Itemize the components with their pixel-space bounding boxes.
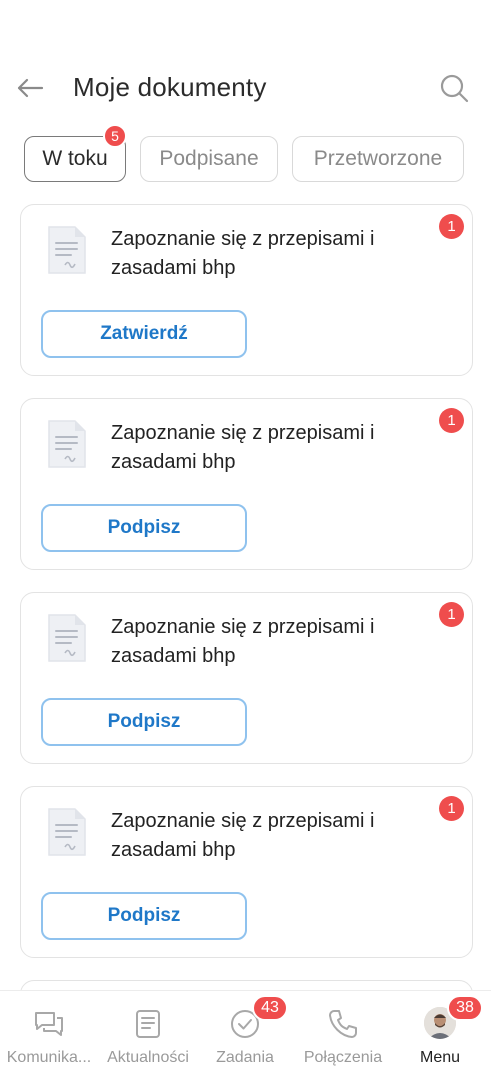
search-icon	[440, 74, 469, 103]
document-title: Zapoznanie się z przepisami i zasadami b…	[111, 422, 375, 473]
document-icon	[48, 614, 86, 662]
nav-label: Aktualności	[107, 1049, 189, 1066]
search-button[interactable]	[438, 72, 470, 104]
documents-screen: Moje dokumenty W toku 5 Podpisane Przetw…	[0, 0, 491, 1080]
nav-label: Połączenia	[303, 1049, 383, 1066]
sign-button[interactable]: Podpisz	[41, 504, 247, 552]
document-icon	[48, 808, 86, 856]
back-button[interactable]	[14, 72, 46, 104]
menu-count-badge: 38	[447, 995, 483, 1021]
unread-badge: 1	[439, 602, 464, 627]
document-icon	[48, 226, 86, 274]
unread-badge: 1	[439, 408, 464, 433]
nav-label: Komunika...	[6, 1049, 92, 1066]
page-title: Moje dokumenty	[73, 72, 267, 102]
tab-count-badge: 5	[103, 124, 127, 148]
document-card[interactable]: Zapoznanie się z przepisami i zasadami b…	[20, 204, 473, 376]
nav-item-messages[interactable]: Komunika...	[0, 991, 98, 1080]
nav-item-menu[interactable]: 38 Menu	[391, 991, 489, 1080]
tasks-count-badge: 43	[252, 995, 288, 1021]
nav-label: Menu	[419, 1049, 461, 1066]
tab-label: Przetworzone	[313, 147, 443, 170]
document-card[interactable]: Zapoznanie się z przepisami i zasadami b…	[20, 592, 473, 764]
nav-item-tasks[interactable]: 43 Zadania	[196, 991, 294, 1080]
approve-button[interactable]: Zatwierdź	[41, 310, 247, 358]
arrow-left-icon	[17, 78, 44, 98]
tab-label: W toku	[42, 147, 108, 170]
nav-label: Zadania	[216, 1049, 274, 1066]
document-card[interactable]: Zapoznanie się z przepisami i zasadami b…	[20, 398, 473, 570]
sign-button[interactable]: Podpisz	[41, 892, 247, 940]
document-title: Zapoznanie się z przepisami i zasadami b…	[111, 810, 375, 861]
unread-badge: 1	[439, 214, 464, 239]
document-title: Zapoznanie się z przepisami i zasadami b…	[111, 616, 375, 667]
nav-item-calls[interactable]: Połączenia	[294, 991, 392, 1080]
news-icon	[136, 1010, 160, 1038]
unread-badge: 1	[439, 796, 464, 821]
tab-label: Podpisane	[159, 147, 259, 170]
nav-item-news[interactable]: Aktualności	[99, 991, 197, 1080]
phone-icon	[329, 1010, 357, 1038]
tab-processed[interactable]: Przetworzone	[292, 136, 464, 182]
chat-icon	[35, 1012, 63, 1036]
document-card[interactable]: Zapoznanie się z przepisami i zasadami b…	[20, 786, 473, 958]
sign-button[interactable]: Podpisz	[41, 698, 247, 746]
bottom-navigation: Komunika... Aktualności 43 Zadania Połąc…	[0, 990, 491, 1080]
document-icon	[48, 420, 86, 468]
document-title: Zapoznanie się z przepisami i zasadami b…	[111, 228, 375, 279]
tab-signed[interactable]: Podpisane	[140, 136, 278, 182]
app-header: Moje dokumenty	[0, 58, 491, 118]
tab-in-progress[interactable]: W toku 5	[24, 124, 127, 182]
